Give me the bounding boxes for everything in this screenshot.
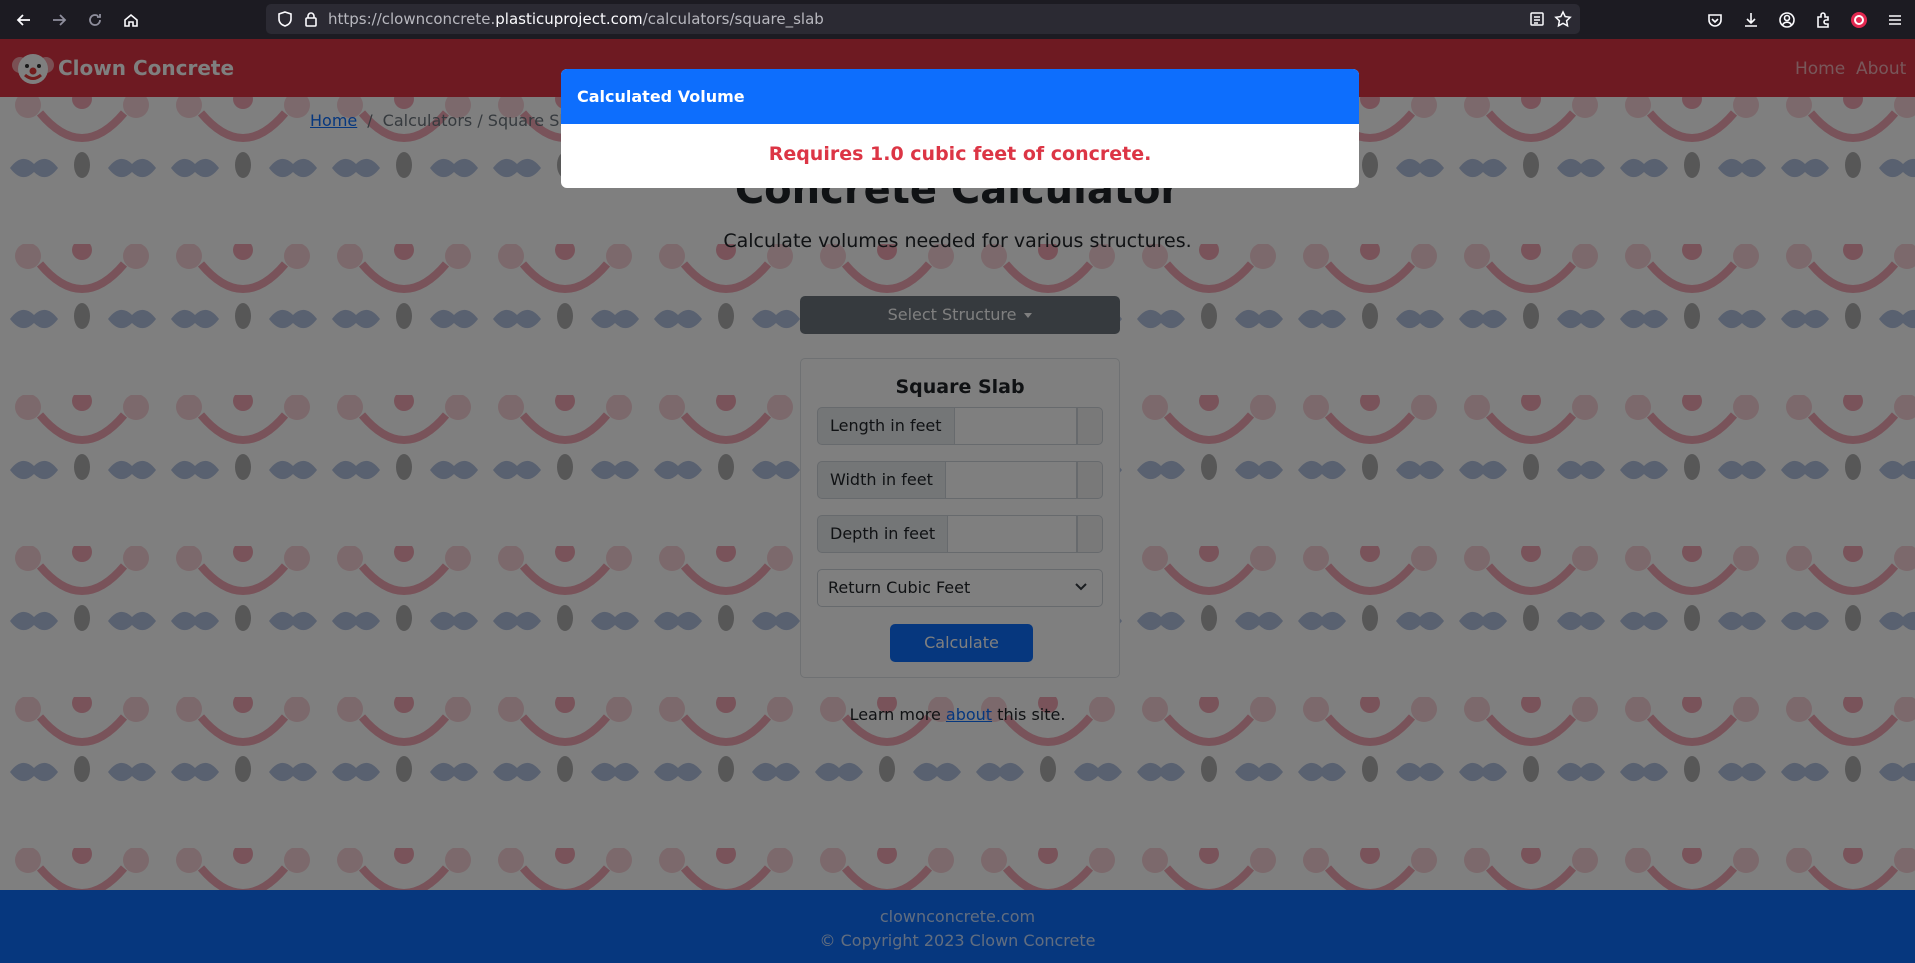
reader-icon[interactable] bbox=[1528, 10, 1546, 28]
pocket-icon[interactable] bbox=[1701, 6, 1729, 34]
home-icon[interactable] bbox=[117, 6, 145, 34]
back-icon[interactable] bbox=[10, 6, 38, 34]
account-icon[interactable] bbox=[1773, 6, 1801, 34]
browser-toolbar: https://clownconcrete.plasticuproject.co… bbox=[0, 0, 1915, 39]
download-icon[interactable] bbox=[1737, 6, 1765, 34]
modal-title: Calculated Volume bbox=[561, 69, 1359, 124]
url-text[interactable]: https://clownconcrete.plasticuproject.co… bbox=[328, 10, 824, 28]
extensions-icon[interactable] bbox=[1809, 6, 1837, 34]
result-modal: Calculated Volume Requires 1.0 cubic fee… bbox=[561, 69, 1359, 188]
menu-icon[interactable] bbox=[1881, 6, 1909, 34]
modal-message: Requires 1.0 cubic feet of concrete. bbox=[768, 143, 1152, 165]
reload-icon[interactable] bbox=[81, 6, 109, 34]
star-icon[interactable] bbox=[1554, 10, 1572, 28]
page-content: Clown Concrete Home About Home / Calc bbox=[0, 39, 1915, 963]
url-bar[interactable]: https://clownconcrete.plasticuproject.co… bbox=[266, 4, 1580, 34]
shield-icon[interactable] bbox=[276, 10, 294, 28]
profile-icon[interactable] bbox=[1845, 6, 1873, 34]
lock-icon[interactable] bbox=[302, 10, 320, 28]
forward-icon[interactable] bbox=[45, 6, 73, 34]
